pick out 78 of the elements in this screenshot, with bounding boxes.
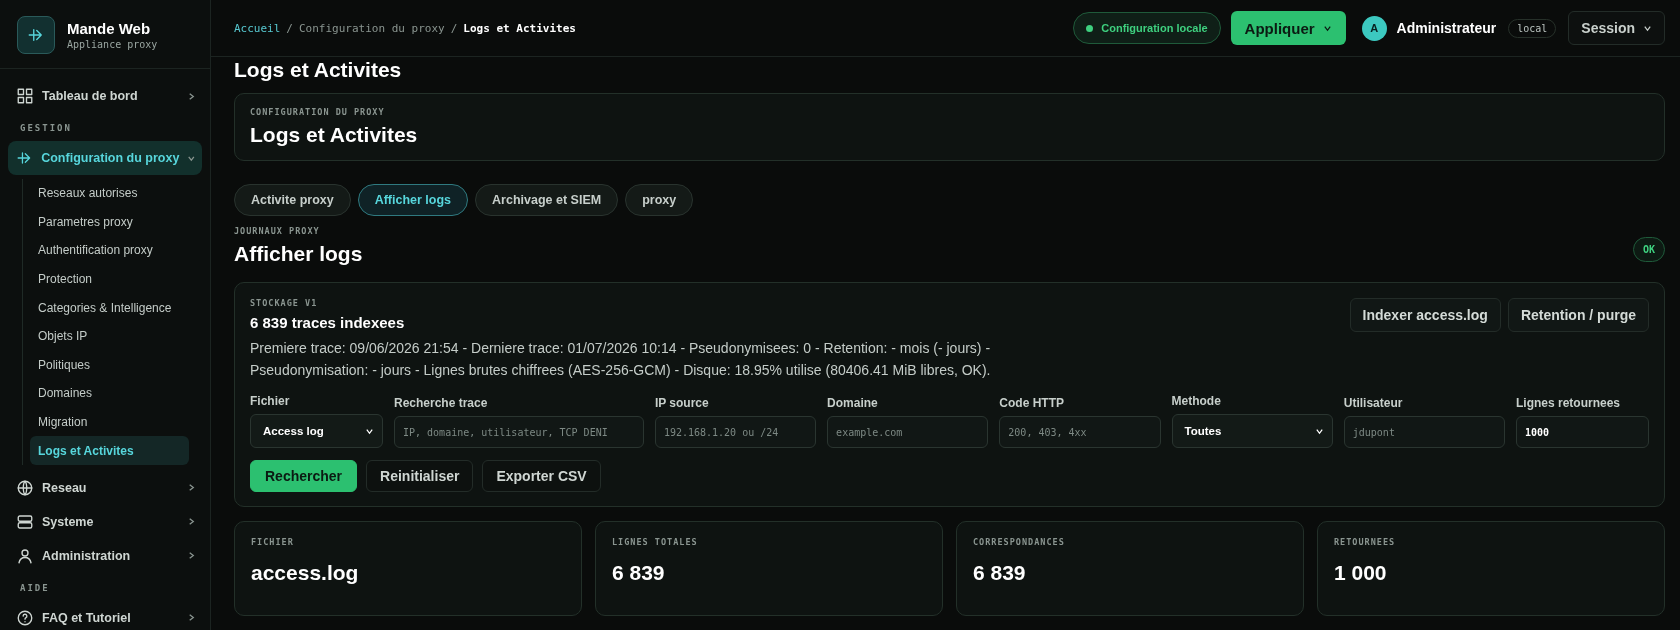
breadcrumb-item: Logs et Activites: [463, 21, 576, 35]
avatar: A: [1361, 15, 1387, 41]
nav-subitem[interactable]: Categories & Intelligence: [30, 293, 189, 322]
card-eyebrow: STOCKAGE V1: [250, 298, 319, 308]
input-field[interactable]: example.com: [827, 416, 989, 448]
card-eyebrow: CONFIGURATION DU PROXY: [250, 107, 386, 117]
stat-value: access.log: [251, 561, 360, 585]
nav-item[interactable]: Systeme: [8, 504, 202, 539]
card-title: 6 839 traces indexees: [250, 314, 406, 331]
action-button[interactable]: Retention / purge: [1507, 298, 1649, 332]
select-field[interactable]: Access log: [250, 414, 383, 448]
field-label: Utilisateur: [1343, 396, 1404, 410]
field-label: Methode: [1171, 394, 1222, 408]
nav-subitem[interactable]: Reseaux autorises: [30, 179, 189, 208]
globe-icon: [16, 478, 34, 497]
stat-label: RETOURNEES: [1334, 537, 1397, 547]
stat-value: 1 000: [1334, 561, 1388, 585]
stat-value: 6 839: [973, 561, 1027, 585]
grid-icon: [16, 87, 34, 105]
search-button[interactable]: Rechercher: [250, 460, 358, 492]
field-label: Recherche trace: [394, 396, 489, 410]
stat-label: FICHIER: [251, 537, 295, 547]
nav-item[interactable]: FAQ et Tutoriel: [8, 600, 202, 630]
field-label: Lignes retournees: [1516, 396, 1622, 410]
status-dot-icon: [1086, 24, 1094, 32]
tab[interactable]: Afficher logs: [357, 184, 469, 216]
nav-subitem[interactable]: Authentification proxy: [30, 236, 189, 265]
user-name: Administrateur: [1396, 20, 1497, 36]
nav-item[interactable]: Reseau: [8, 470, 202, 505]
nav-section-label: AIDE: [19, 581, 51, 595]
nav-subitem[interactable]: Migration: [30, 407, 189, 437]
nav-item[interactable]: Administration: [8, 538, 202, 573]
user-icon: [16, 546, 34, 565]
apply-button[interactable]: Appliquer: [1230, 11, 1346, 45]
tab[interactable]: Archivage et SIEM: [475, 184, 619, 216]
nav-subitem[interactable]: Protection: [30, 264, 189, 294]
input-field[interactable]: jdupont: [1343, 416, 1505, 448]
nav-item[interactable]: Configuration du proxy: [8, 141, 202, 175]
status-badge: OK: [1632, 237, 1665, 262]
input-field[interactable]: 192.168.1.20 ou /24: [654, 416, 817, 448]
status-label: Configuration locale: [1101, 22, 1208, 34]
help-icon: [16, 608, 34, 627]
input-field[interactable]: IP, domaine, utilisateur, TCP_DENI: [394, 416, 644, 448]
nav-subitem[interactable]: Logs et Activites: [30, 436, 189, 465]
secondary-button[interactable]: Exporter CSV: [482, 460, 601, 492]
input-field[interactable]: 200, 403, 4xx: [999, 416, 1161, 448]
tab[interactable]: Activite proxy: [234, 184, 351, 216]
secondary-button[interactable]: Reinitialiser: [366, 460, 474, 492]
section-eyebrow: JOURNAUX PROXY: [234, 226, 321, 236]
tab[interactable]: proxy: [625, 184, 694, 216]
field-label: IP source: [654, 396, 710, 410]
stat-label: LIGNES TOTALES: [612, 537, 699, 547]
brand-name: Mande Web: [67, 20, 152, 37]
breadcrumb-item[interactable]: Configuration du proxy: [299, 21, 445, 35]
section-title: Afficher logs: [234, 242, 363, 266]
session-button[interactable]: Session: [1568, 11, 1665, 45]
select-field[interactable]: Toutes: [1171, 414, 1333, 448]
nav-subitem[interactable]: Objets IP: [30, 321, 189, 351]
breadcrumb-separator: /: [450, 21, 458, 35]
breadcrumb-separator: /: [286, 21, 293, 35]
stat-value: 6 839: [612, 561, 666, 585]
stat-label: CORRESPONDANCES: [973, 537, 1066, 547]
action-button[interactable]: Indexer access.log: [1349, 298, 1501, 332]
card-title: Logs et Activites: [250, 123, 419, 147]
input-field[interactable]: 1000: [1516, 416, 1649, 448]
nav-section-label: GESTION: [19, 122, 73, 135]
storage-description: Premiere trace: 09/06/2026 21:54 - Derniere trace: 01/07/2026 10:14 - Pseudonymisees: 0 - Retention: - mois (- jours) - Pseudonymisation: - jours - Lignes brutes chiffrees (AES-256-GCM) - Disque: 18.95% utilise (80406.41 MiB libres, OK).: [250, 339, 992, 380]
server-icon: [16, 512, 34, 531]
breadcrumb-item[interactable]: Accueil: [234, 21, 281, 35]
field-label: Code HTTP: [999, 396, 1065, 410]
field-label: Fichier: [250, 394, 291, 408]
nav-item[interactable]: Tableau de bord: [8, 79, 202, 113]
field-label: Domaine: [827, 396, 879, 410]
nav-subitem[interactable]: Politiques: [30, 350, 189, 380]
page-title: Logs et Activites: [234, 57, 403, 83]
nav-subitem[interactable]: Parametres proxy: [30, 207, 189, 237]
nav-subitem[interactable]: Domaines: [30, 379, 189, 408]
brand-subtitle: Appliance proxy: [67, 39, 158, 50]
